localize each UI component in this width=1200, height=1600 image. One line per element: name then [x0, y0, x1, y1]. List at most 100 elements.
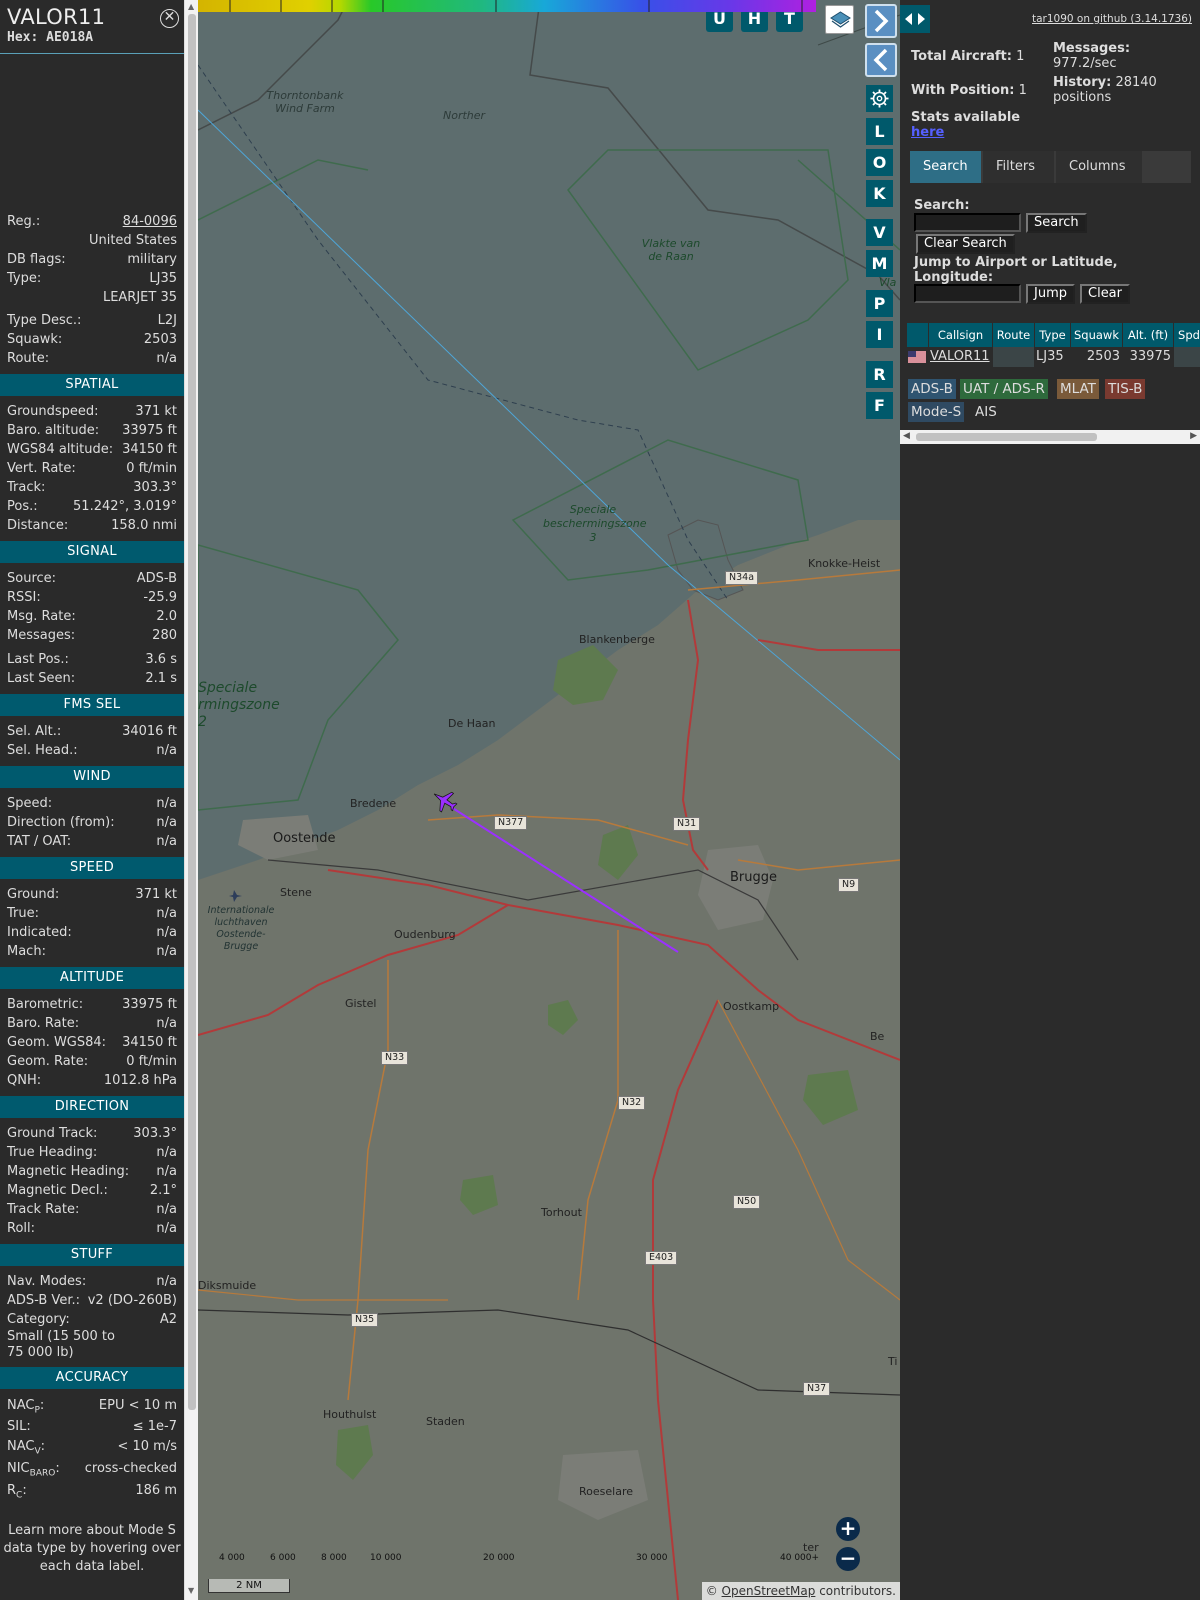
scroll-down-icon[interactable]: ▼ — [188, 1586, 194, 1595]
wind-rows: Speed: n/a Direction (from): n/a TAT / OAT: n… — [0, 794, 184, 851]
type-label: Type: — [7, 271, 42, 286]
info-row-label: WGS84 altitude: — [7, 442, 114, 457]
toggle-v-button[interactable]: V — [866, 219, 893, 246]
close-icon[interactable]: ✕ — [160, 9, 179, 28]
info-row-label: Barometric: — [7, 997, 84, 1012]
chevron-right-icon — [874, 9, 889, 33]
nacv-label: NACV: — [7, 1439, 46, 1457]
table-header-route[interactable]: Route — [993, 323, 1034, 347]
gear-icon — [870, 89, 889, 108]
info-row-label: Baro. Rate: — [7, 1016, 80, 1031]
osm-link[interactable]: OpenStreetMap — [722, 1584, 816, 1598]
toggle-r-button[interactable]: R — [866, 361, 893, 388]
table-horizontal-scrollbar[interactable]: ◀ ▶ — [900, 430, 1200, 444]
info-row-value: n/a — [156, 1164, 177, 1179]
info-row-value: 371 kt — [135, 887, 177, 902]
settings-button[interactable] — [866, 85, 893, 112]
clear-button[interactable]: Clear — [1080, 284, 1130, 304]
tab-columns[interactable]: Columns — [1056, 151, 1142, 183]
toggle-f-button[interactable]: F — [866, 392, 893, 419]
section-altitude: ALTITUDE — [0, 967, 184, 989]
tab-filters[interactable]: Filters — [983, 151, 1054, 183]
typedesc-row: Type Desc.: L2J — [0, 311, 184, 330]
table-header-speed[interactable]: Spd — [1174, 323, 1200, 347]
toggle-m-button[interactable]: M — [866, 250, 893, 277]
clear-search-button[interactable]: Clear Search — [916, 234, 1015, 254]
map-label-staden: Staden — [426, 1415, 465, 1428]
info-row-value: v2 (DO-260B) — [87, 1293, 177, 1308]
map-label-stene: Stene — [280, 886, 312, 899]
toggle-k-button[interactable]: K — [866, 180, 893, 207]
nicbaro-label: NICBARO: — [7, 1461, 60, 1479]
collapse-sidebar-button[interactable] — [865, 43, 897, 77]
info-row-value: n/a — [156, 925, 177, 940]
info-row: Distance: 158.0 nmi — [0, 516, 184, 535]
info-row-label: Sel. Alt.: — [7, 724, 62, 739]
info-row-label: Direction (from): — [7, 815, 115, 830]
road-shield: N32 — [618, 1096, 646, 1110]
map[interactable]: Thorntonbank Wind Farm Norther Vlakte va… — [198, 0, 900, 1600]
cell-squawk: 2503 — [1086, 349, 1120, 364]
scroll-left-icon[interactable]: ◀ — [903, 431, 910, 441]
info-row-value: n/a — [156, 815, 177, 830]
info-row-value: n/a — [156, 1145, 177, 1160]
aircraft-info-panel: VALOR11 Hex: AE018A ✕ Reg.: 84-0096 Unite… — [0, 0, 184, 1600]
zoom-in-button[interactable]: + — [836, 1517, 860, 1541]
jump-input[interactable] — [914, 284, 1021, 303]
scroll-right-icon[interactable]: ▶ — [1190, 431, 1197, 441]
learn-more-text: Learn more about Mode S data type by hov… — [3, 1523, 181, 1574]
info-panel-scrollbar[interactable]: ▲ ▼ — [184, 0, 198, 1600]
route-label: Route: — [7, 351, 50, 366]
cell-callsign[interactable]: VALOR11 — [929, 347, 992, 367]
toggle-p-button[interactable]: P — [866, 290, 893, 317]
github-link[interactable]: tar1090 on github (3.14.1736) — [1032, 13, 1192, 25]
cell-speed — [1174, 347, 1200, 367]
info-row-value: 2.1 s — [145, 671, 177, 686]
tab-search[interactable]: Search — [910, 151, 981, 183]
map-label-blankenberge: Blankenberge — [579, 633, 655, 646]
legend-label: 8 000 — [321, 1553, 347, 1563]
scroll-thumb[interactable] — [188, 14, 196, 1410]
jump-button[interactable]: Jump — [1026, 284, 1075, 304]
map-label-gistel: Gistel — [345, 997, 377, 1010]
layers-button[interactable] — [825, 5, 854, 34]
map-label-houthulst: Houthulst — [323, 1408, 377, 1421]
stats-link[interactable]: here — [911, 125, 944, 140]
map-canvas[interactable] — [198, 0, 900, 1600]
info-row: Baro. Rate: n/a — [0, 1014, 184, 1033]
toggle-i-button[interactable]: I — [866, 321, 893, 348]
scroll-up-icon[interactable]: ▲ — [188, 2, 194, 11]
table-header-squawk[interactable]: Squawk — [1071, 323, 1122, 347]
zoom-out-button[interactable]: − — [836, 1547, 860, 1571]
table-header-callsign[interactable]: Callsign — [929, 323, 992, 347]
table-header-type[interactable]: Type — [1035, 323, 1070, 347]
reg-link[interactable]: 84-0096 — [123, 212, 177, 231]
sil-value: ≤ 1e-7 — [132, 1419, 177, 1434]
info-row: Last Seen: 2.1 s — [0, 669, 184, 688]
map-label-torhout: Torhout — [541, 1206, 582, 1219]
fms-rows: Sel. Alt.: 34016 ft Sel. Head.: n/a — [0, 722, 184, 760]
legend-label: 4 000 — [219, 1553, 245, 1563]
hscroll-thumb[interactable] — [916, 433, 1097, 441]
info-row-value: n/a — [156, 1016, 177, 1031]
swap-panels-button[interactable] — [900, 5, 930, 33]
info-row: Speed: n/a — [0, 794, 184, 813]
toggle-o-button[interactable]: O — [866, 149, 893, 176]
table-header-altitude[interactable]: Alt. (ft) — [1123, 323, 1173, 347]
info-row-value: n/a — [156, 906, 177, 921]
expand-sidebar-button[interactable] — [865, 4, 897, 38]
info-row: True: n/a — [0, 904, 184, 923]
source-badge-ais: AIS — [975, 404, 997, 420]
info-row: RSSI: -25.9 — [0, 588, 184, 607]
info-row-value: 0 ft/min — [126, 461, 177, 476]
info-row: Sel. Alt.: 34016 ft — [0, 722, 184, 741]
info-row: Sel. Head.: n/a — [0, 741, 184, 760]
search-button[interactable]: Search — [1026, 213, 1087, 233]
toggle-l-button[interactable]: L — [866, 118, 893, 145]
info-row-label: Indicated: — [7, 925, 72, 940]
search-input[interactable] — [914, 213, 1021, 232]
road-shield: E403 — [645, 1251, 678, 1265]
info-row: Geom. WGS84: 34150 ft — [0, 1033, 184, 1052]
info-row-value: ADS-B — [136, 571, 177, 586]
nacp-label: NACP: — [7, 1398, 45, 1416]
